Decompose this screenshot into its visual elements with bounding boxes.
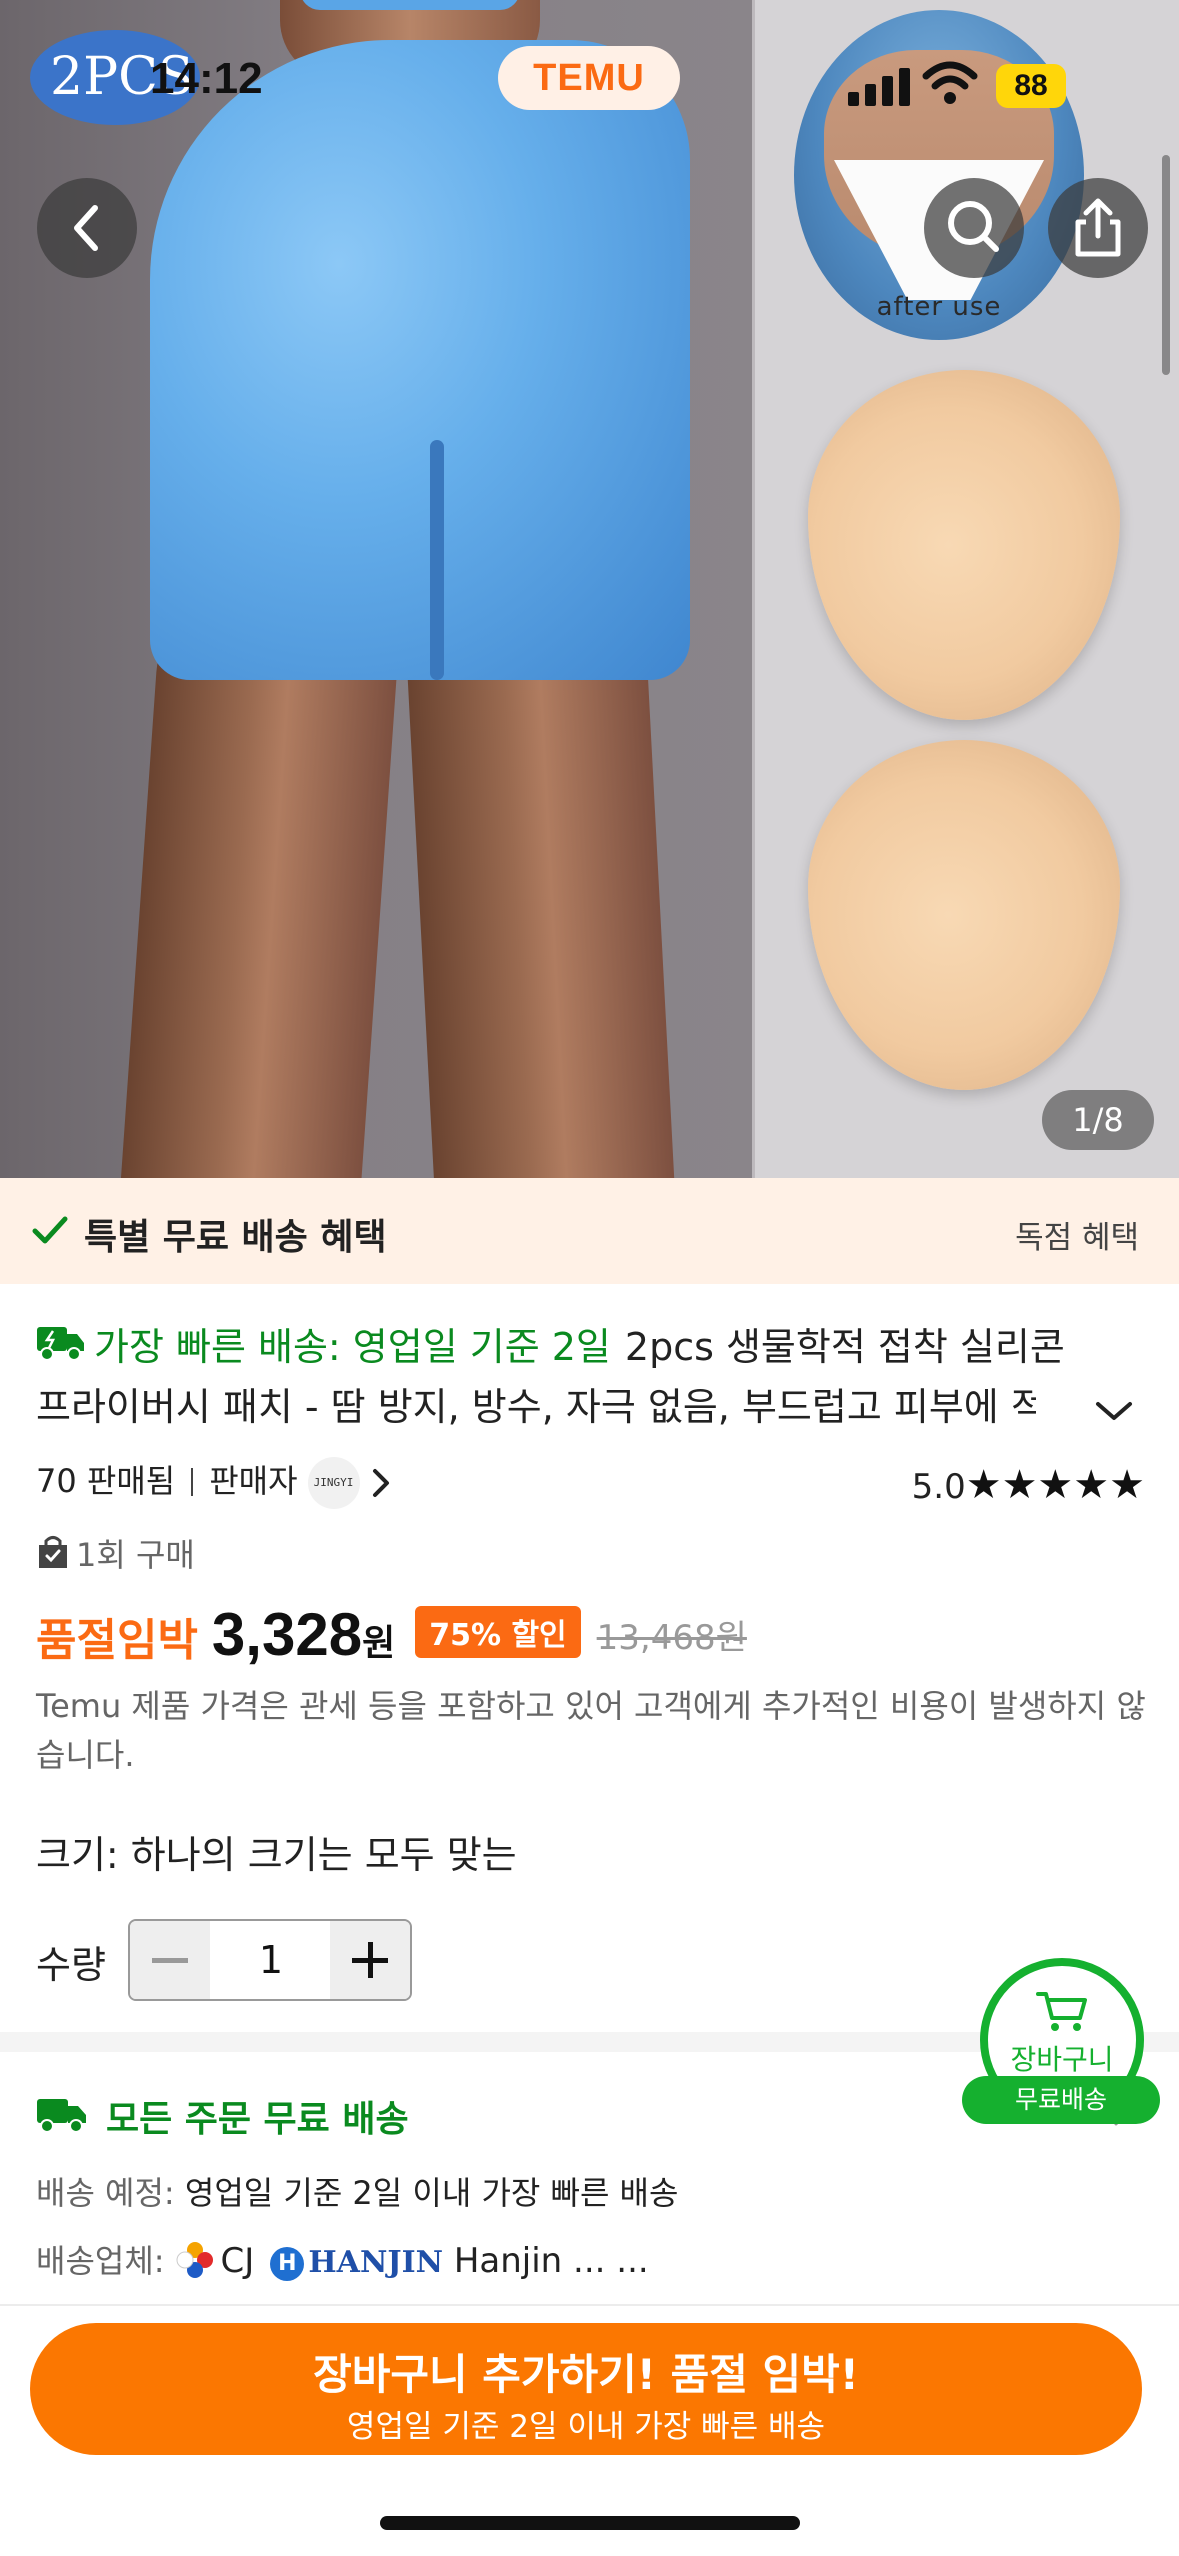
- tax-note: Temu 제품 가격은 관세 등을 포함하고 있어 고객에게 추가적인 비용이 …: [36, 1687, 1146, 1774]
- add-to-cart-sublabel: 영업일 기준 2일 이내 가장 빠른 배송: [346, 2409, 826, 2445]
- shipping-eta: 배송 예정: 영업일 기준 2일 이내 가장 빠른 배송: [36, 2168, 678, 2214]
- banner-title: 특별 무료 배송 혜택: [84, 1217, 387, 1258]
- carrier-row: 배송업체: CJ H HANJIN Hanjin ... ...: [36, 2236, 649, 2282]
- quantity-stepper: 1: [128, 1919, 412, 2001]
- product-title-text: 2pcs 생물학적 접착 실리콘: [624, 1325, 1065, 1369]
- cart-icon: [1036, 1992, 1087, 2031]
- signal-icon: [848, 66, 912, 106]
- image-page-indicator: 1/8: [1042, 1090, 1154, 1150]
- quantity-label: 수량: [36, 1943, 106, 1987]
- product-title: 가장 빠른 배송: 영업일 기준 2일 2pcs 생물학적 접착 실리콘: [36, 1318, 1116, 1376]
- hanjin-icon: H: [270, 2247, 305, 2281]
- photo-shorts: [150, 40, 690, 680]
- search-icon: [948, 201, 999, 252]
- product-photo-main: [0, 0, 755, 1178]
- fast-delivery-label: 가장 빠른 배송: 영업일 기준 2일: [94, 1325, 611, 1369]
- after-use-label: after use: [876, 292, 1002, 322]
- hanjin-logo-text: HANJIN: [308, 2245, 444, 2280]
- product-title-continued: 프라이버시 패치 - 땀 방지, 방수, 자극 없음, 부드럽고 피부에 적: [36, 1385, 1036, 1429]
- sold-count: 70 판매됨: [36, 1462, 176, 1500]
- search-button[interactable]: [924, 178, 1024, 278]
- share-icon: [1075, 198, 1121, 257]
- sold-seller-row: 70 판매됨 판매자 JINGYI: [36, 1456, 392, 1509]
- shopping-bag-icon: [39, 1536, 67, 1568]
- hanjin-logo: H HANJIN: [270, 2245, 443, 2281]
- delivery-truck-icon: [37, 2099, 86, 2133]
- purchase-count: 1회 구매: [36, 1530, 195, 1576]
- original-price: 13,468원: [596, 1618, 747, 1658]
- temu-logo: TEMU: [498, 46, 680, 110]
- seller-label[interactable]: 판매자: [209, 1462, 297, 1500]
- eta-label: 배송 예정:: [36, 2174, 175, 2212]
- product-image-gallery[interactable]: after use 2PCS 1/8: [0, 0, 1179, 1178]
- back-icon: [74, 205, 98, 251]
- quantity-increase-button[interactable]: [330, 1921, 410, 1999]
- wifi-icon: [922, 61, 978, 104]
- add-to-cart-label: 장바구니 추가하기! 품절 임박!: [313, 2350, 859, 2399]
- check-icon: [32, 1216, 68, 1244]
- cj-logo-icon: [176, 2242, 213, 2278]
- current-price: 3,328: [211, 1601, 363, 1668]
- quantity-value[interactable]: 1: [210, 1921, 332, 1999]
- separator: [191, 1468, 194, 1496]
- price-row: 품절임박 3,328원 75% 할인 13,468원: [36, 1600, 747, 1669]
- photo-leg-right: [403, 594, 677, 1178]
- rating-stars-icon: ★★★★★: [965, 1462, 1145, 1508]
- scrollbar[interactable]: [1162, 155, 1170, 375]
- photo-top-band: [300, 0, 520, 10]
- floating-cart-free-badge: 무료배송: [962, 2076, 1160, 2124]
- carrier-label: 배송업체:: [36, 2242, 165, 2280]
- chevron-right-icon[interactable]: [370, 1467, 392, 1499]
- seller-logo[interactable]: JINGYI: [307, 1457, 360, 1509]
- home-indicator[interactable]: [380, 2516, 800, 2530]
- sellout-label: 품절임박: [36, 1615, 198, 1666]
- add-to-cart-button[interactable]: 장바구니 추가하기! 품절 임박! 영업일 기준 2일 이내 가장 빠른 배송: [30, 2323, 1142, 2455]
- quantity-decrease-button[interactable]: [130, 1921, 210, 1999]
- status-time: 14:12: [150, 54, 263, 103]
- discount-badge: 75% 할인: [415, 1606, 581, 1658]
- floating-cart-label: 장바구니: [1010, 2043, 1114, 2076]
- chevron-down-icon[interactable]: [1092, 1396, 1136, 1426]
- carrier-more: ...: [616, 2241, 649, 2281]
- free-shipping-banner[interactable]: 특별 무료 배송 혜택 독점 혜택: [0, 1178, 1179, 1284]
- photo-shorts-seam: [430, 440, 444, 680]
- shipping-title[interactable]: 모든 주문 무료 배송: [106, 2090, 409, 2142]
- size-option[interactable]: 크기: 하나의 크기는 모두 맞는: [36, 1824, 517, 1879]
- purchase-count-text: 1회 구매: [76, 1536, 195, 1574]
- bottom-divider: [0, 2304, 1179, 2306]
- rating-summary[interactable]: 5.0★★★★★: [912, 1462, 1145, 1508]
- price-unit: 원: [362, 1623, 396, 1664]
- rating-value: 5.0: [911, 1467, 966, 1507]
- eta-value: 영업일 기준 2일 이내 가장 빠른 배송: [184, 2174, 679, 2212]
- exclusive-benefit-link[interactable]: 독점 혜택: [1015, 1212, 1139, 1257]
- battery-indicator: 88: [996, 64, 1066, 108]
- share-button[interactable]: [1048, 178, 1148, 278]
- carrier-cj: CJ: [220, 2241, 255, 2281]
- back-button[interactable]: [37, 178, 137, 278]
- carrier-hanjin: Hanjin ...: [453, 2241, 606, 2281]
- photo-leg-left: [118, 592, 402, 1178]
